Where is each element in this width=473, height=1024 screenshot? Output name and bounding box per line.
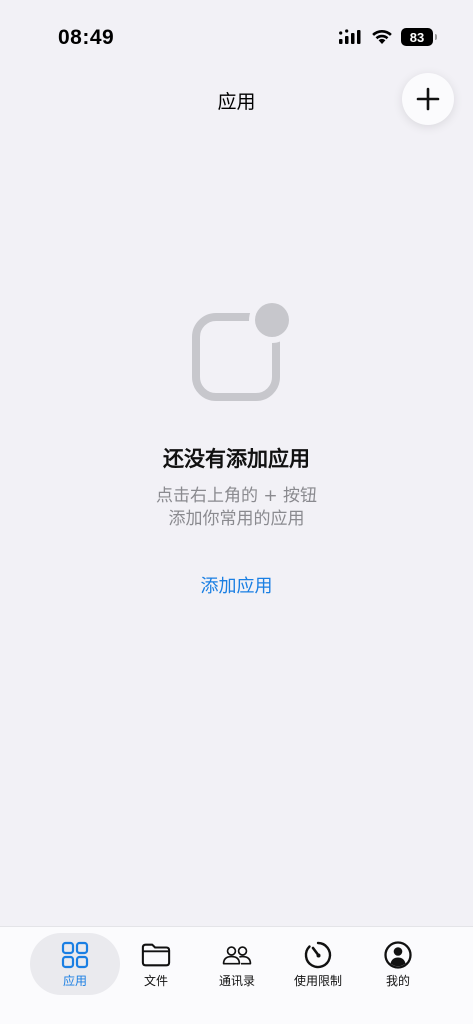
apps-screen: 08:49 83 应用 还没有添加应用 点击右上角的 + 按钮 添加你常用的应用… — [0, 0, 473, 1024]
empty-state-hint-line1: 点击右上角的 + 按钮 — [155, 486, 318, 506]
battery-nub — [435, 34, 437, 40]
tab-contacts[interactable]: 通讯录 — [192, 933, 282, 995]
folder-icon — [141, 943, 171, 967]
plus-icon — [416, 87, 440, 111]
tab-profile-label: 我的 — [385, 974, 410, 988]
cellular-signal-icon — [339, 29, 361, 44]
app-badge-icon — [192, 302, 292, 401]
tab-usage-limits-label: 使用限制 — [293, 974, 342, 988]
add-app-link[interactable]: 添加应用 — [0, 572, 473, 598]
add-app-button[interactable] — [402, 73, 454, 125]
wifi-icon — [372, 29, 392, 44]
tab-contacts-label: 通讯录 — [218, 974, 255, 988]
timer-icon — [304, 941, 332, 969]
tab-files[interactable]: 文件 — [111, 933, 201, 995]
status-time: 08:49 — [58, 26, 115, 49]
tab-files-label: 文件 — [143, 974, 168, 988]
profile-icon — [384, 941, 412, 969]
status-icons: 83 — [339, 28, 437, 46]
empty-state-hint: 点击右上角的 + 按钮 添加你常用的应用 — [0, 485, 473, 531]
empty-state-hint-line2: 添加你常用的应用 — [168, 509, 305, 529]
battery-level: 83 — [409, 29, 425, 45]
contacts-icon — [222, 946, 252, 965]
battery-indicator: 83 — [401, 28, 437, 46]
status-bar: 08:49 83 — [0, 0, 473, 60]
grid-icon — [61, 941, 89, 969]
tab-usage-limits[interactable]: 使用限制 — [273, 933, 363, 995]
empty-state-title: 还没有添加应用 — [163, 447, 310, 471]
tab-apps[interactable]: 应用 — [30, 933, 120, 995]
tab-bar: 应用 文件 通讯录 使用限制 我的 — [0, 926, 473, 1024]
tab-apps-label: 应用 — [62, 974, 87, 988]
tab-profile[interactable]: 我的 — [353, 933, 443, 995]
